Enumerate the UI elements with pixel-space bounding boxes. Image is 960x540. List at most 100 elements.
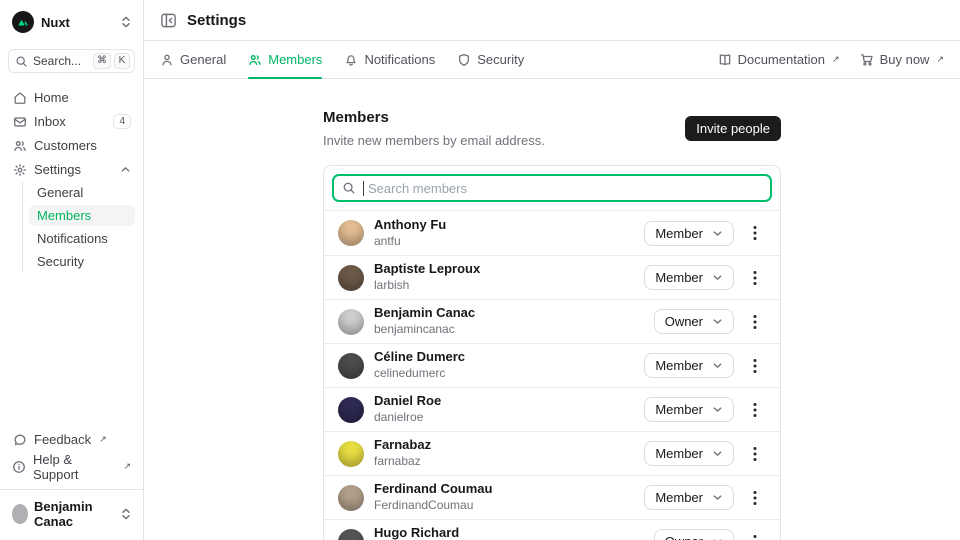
chevron-down-icon xyxy=(712,404,723,415)
header-links: Documentation ↗ Buy now ↗ xyxy=(718,52,944,67)
chevron-updown-icon xyxy=(121,507,131,521)
chevron-down-icon xyxy=(712,360,723,371)
member-username: farnabaz xyxy=(374,455,431,469)
member-name: Ferdinand Coumau xyxy=(374,482,492,497)
member-name: Benjamin Canac xyxy=(374,306,475,321)
member-row: Anthony Fu antfu Member xyxy=(324,211,780,255)
search-icon xyxy=(342,181,356,195)
book-icon xyxy=(718,53,732,67)
sidebar-item-notifications[interactable]: Notifications xyxy=(29,228,135,249)
role-value: Owner xyxy=(665,534,703,540)
bell-icon xyxy=(344,53,358,67)
member-row: Céline Dumerc celinedumerc Member xyxy=(324,343,780,387)
sidebar-footer-links: Feedback ↗ Help & Support ↗ xyxy=(8,429,135,483)
role-value: Member xyxy=(655,446,703,461)
avatar xyxy=(338,529,364,540)
member-row: Hugo Richard hugorcd Owner xyxy=(324,519,780,540)
row-menu-button[interactable] xyxy=(744,490,766,506)
search-input[interactable]: Search... ⌘ K xyxy=(8,49,135,73)
user-menu[interactable]: Benjamin Canac xyxy=(8,490,135,532)
kebab-menu-icon xyxy=(753,314,757,330)
sidebar-item-customers[interactable]: Customers xyxy=(8,135,135,156)
role-value: Member xyxy=(655,226,703,241)
role-select[interactable]: Member xyxy=(644,441,734,466)
search-icon xyxy=(15,55,28,68)
page-title: Settings xyxy=(187,12,246,29)
avatar xyxy=(338,485,364,511)
team-selector[interactable]: Nuxt xyxy=(8,8,135,36)
help-support-link[interactable]: Help & Support ↗ xyxy=(8,456,135,477)
sidebar-spacer xyxy=(8,272,135,429)
inbox-icon xyxy=(12,115,27,129)
kbd-cmd: ⌘ xyxy=(93,53,111,69)
tab-security[interactable]: Security xyxy=(457,41,524,78)
row-menu-button[interactable] xyxy=(744,446,766,462)
members-list: Anthony Fu antfu Member xyxy=(324,210,780,540)
row-menu-button[interactable] xyxy=(744,270,766,286)
row-menu-button[interactable] xyxy=(744,358,766,374)
member-row: Baptiste Leproux larbish Member xyxy=(324,255,780,299)
sidebar-item-label: Settings xyxy=(34,162,81,177)
row-menu-button[interactable] xyxy=(744,225,766,241)
role-select[interactable]: Member xyxy=(644,485,734,510)
tab-members[interactable]: Members xyxy=(248,41,322,78)
external-link-icon: ↗ xyxy=(99,434,107,445)
role-select[interactable]: Member xyxy=(644,397,734,422)
users-icon xyxy=(12,139,27,153)
members-card: Search members Anthony Fu antfu Member xyxy=(323,165,781,540)
inbox-count-badge: 4 xyxy=(113,114,131,129)
sidebar-item-label: Home xyxy=(34,90,69,105)
sidebar-item-home[interactable]: Home xyxy=(8,87,135,108)
search-members-input[interactable]: Search members xyxy=(332,174,772,202)
sidebar-item-label: Inbox xyxy=(34,114,66,129)
sidebar-item-inbox[interactable]: Inbox 4 xyxy=(8,111,135,132)
sidebar-collapse-icon[interactable] xyxy=(160,12,177,29)
role-value: Member xyxy=(655,270,703,285)
role-select[interactable]: Member xyxy=(644,221,734,246)
member-name: Anthony Fu xyxy=(374,218,446,233)
role-select[interactable]: Member xyxy=(644,353,734,378)
role-value: Member xyxy=(655,490,703,505)
avatar xyxy=(338,265,364,291)
content-area: Members Invite new members by email addr… xyxy=(144,79,960,540)
avatar xyxy=(338,397,364,423)
feedback-link[interactable]: Feedback ↗ xyxy=(8,429,135,450)
sidebar-item-security[interactable]: Security xyxy=(29,251,135,272)
member-name: Céline Dumerc xyxy=(374,350,465,365)
member-name: Daniel Roe xyxy=(374,394,441,409)
header-link-label: Documentation xyxy=(738,52,825,67)
main-panel: Settings General Members Notifications S… xyxy=(144,0,960,540)
row-menu-button[interactable] xyxy=(744,402,766,418)
sidebar-nav: Home Inbox 4 Customers Settings xyxy=(8,87,135,180)
tab-label: Members xyxy=(268,52,322,67)
search-members-placeholder: Search members xyxy=(368,181,467,196)
home-icon xyxy=(12,91,27,105)
member-username: FerdinandCoumau xyxy=(374,499,492,513)
settings-tabs: General Members Notifications Security D… xyxy=(144,41,960,79)
chevron-down-icon xyxy=(712,492,723,503)
text-cursor xyxy=(363,181,364,196)
tab-label: Notifications xyxy=(364,52,435,67)
tab-general[interactable]: General xyxy=(160,41,226,78)
row-menu-button[interactable] xyxy=(744,314,766,330)
tab-notifications[interactable]: Notifications xyxy=(344,41,435,78)
row-menu-button[interactable] xyxy=(744,534,766,540)
external-link-icon: ↗ xyxy=(123,461,131,472)
kebab-menu-icon xyxy=(753,358,757,374)
buy-now-link[interactable]: Buy now ↗ xyxy=(860,52,944,67)
sidebar-item-settings[interactable]: Settings xyxy=(8,159,135,180)
sidebar-item-general[interactable]: General xyxy=(29,182,135,203)
role-select[interactable]: Member xyxy=(644,265,734,290)
member-row: Ferdinand Coumau FerdinandCoumau Member xyxy=(324,475,780,519)
documentation-link[interactable]: Documentation ↗ xyxy=(718,52,840,67)
member-username: danielroe xyxy=(374,411,441,425)
member-username: celinedumerc xyxy=(374,367,465,381)
avatar xyxy=(338,353,364,379)
role-select[interactable]: Owner xyxy=(654,309,734,334)
member-username: antfu xyxy=(374,235,446,249)
footer-link-label: Feedback xyxy=(34,432,91,447)
sidebar-item-members[interactable]: Members xyxy=(29,205,135,226)
role-select[interactable]: Owner xyxy=(654,529,734,540)
footer-link-label: Help & Support xyxy=(33,452,115,482)
invite-people-button[interactable]: Invite people xyxy=(685,116,781,141)
